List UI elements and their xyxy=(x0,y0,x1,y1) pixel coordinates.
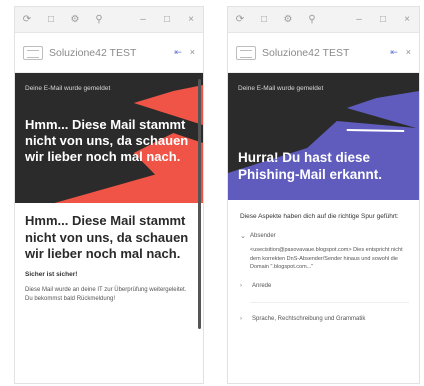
maximize-icon[interactable]: □ xyxy=(161,14,173,26)
chevron-down-icon: ⌄ xyxy=(240,233,246,240)
addin-title: Soluzione42 TEST xyxy=(262,46,350,59)
close-icon[interactable]: × xyxy=(401,14,413,26)
hero-headline: Hurra! Du hast diese Phishing-Mail erkan… xyxy=(238,150,383,182)
window-toolbar: ⟳ □ ⚙ ⚲ – □ × xyxy=(228,7,419,33)
hero-banner: Deine E-Mail wurde gemeldet Hurra! Du ha… xyxy=(228,73,419,200)
settings-icon[interactable]: ⚙ xyxy=(69,14,81,26)
minimize-icon[interactable]: – xyxy=(353,14,365,26)
pin-icon[interactable]: ⚲ xyxy=(93,14,105,26)
settings-icon[interactable]: ⚙ xyxy=(282,14,294,26)
refresh-icon[interactable]: ⟳ xyxy=(21,14,33,26)
status-text: Deine E-Mail wurde gemeldet xyxy=(25,85,111,92)
close-icon[interactable]: × xyxy=(406,47,411,58)
pin-icon[interactable]: ⇤ xyxy=(390,47,398,58)
refresh-icon[interactable]: ⟳ xyxy=(234,14,246,26)
chevron-right-icon: › xyxy=(240,282,242,289)
square-icon[interactable]: □ xyxy=(45,14,57,26)
addin-title: Soluzione42 TEST xyxy=(49,46,137,59)
addin-header: Soluzione42 TEST ⇤ × xyxy=(15,33,203,73)
accordion-label: Sprache, Rechtschreibung und Grammatik xyxy=(252,315,366,322)
accordion-label: Anrede xyxy=(252,282,272,289)
window-toolbar: ⟳ □ ⚙ ⚲ – □ × xyxy=(15,7,203,33)
accordion-label: Absender xyxy=(250,233,276,239)
chevron-right-icon: › xyxy=(240,315,242,322)
hero-headline: Hmm... Diese Mail stammt nicht von uns, … xyxy=(25,117,189,164)
sure-text: Sicher ist sicher! xyxy=(25,270,78,278)
hero-banner: Deine E-Mail wurde gemeldet Hmm... Diese… xyxy=(15,73,203,203)
accordion-sender[interactable]: ⌄ Absender xyxy=(240,232,409,240)
sender-detail: <usecisition@pasovavaue.blogspot.com> Di… xyxy=(250,247,403,270)
pin-icon[interactable]: ⚲ xyxy=(306,14,318,26)
accordion-language[interactable]: › Sprache, Rechtschreibung und Grammatik xyxy=(240,315,409,323)
minimize-icon[interactable]: – xyxy=(137,14,149,26)
aspects-section: Diese Aspekte haben dich auf die richtig… xyxy=(228,200,419,323)
logo-icon xyxy=(23,45,43,60)
accordion-anrede[interactable]: › Anrede xyxy=(240,282,409,290)
aspects-intro: Diese Aspekte haben dich auf die richtig… xyxy=(240,213,399,220)
body: Hmm... Diese Mail stammt nicht von uns, … xyxy=(15,203,203,314)
close-icon[interactable]: × xyxy=(185,14,197,26)
logo-icon xyxy=(236,45,256,60)
close-icon[interactable]: × xyxy=(190,47,195,58)
addin-header: Soluzione42 TEST ⇤ × xyxy=(228,33,419,73)
maximize-icon[interactable]: □ xyxy=(377,14,389,26)
pin-icon[interactable]: ⇤ xyxy=(174,47,182,58)
body-headline: Hmm... Diese Mail stammt nicht von uns, … xyxy=(25,213,189,261)
panel-left: ⟳ □ ⚙ ⚲ – □ × Soluzione42 TEST ⇤ × Deine… xyxy=(14,6,204,384)
message-text: Diese Mail wurde an deine IT zur Überprü… xyxy=(25,286,187,302)
divider xyxy=(250,301,409,303)
square-icon[interactable]: □ xyxy=(258,14,270,26)
status-text: Deine E-Mail wurde gemeldet xyxy=(238,85,324,92)
panel-right: ⟳ □ ⚙ ⚲ – □ × Soluzione42 TEST ⇤ × Deine… xyxy=(227,6,420,384)
scrollbar[interactable] xyxy=(198,79,201,329)
